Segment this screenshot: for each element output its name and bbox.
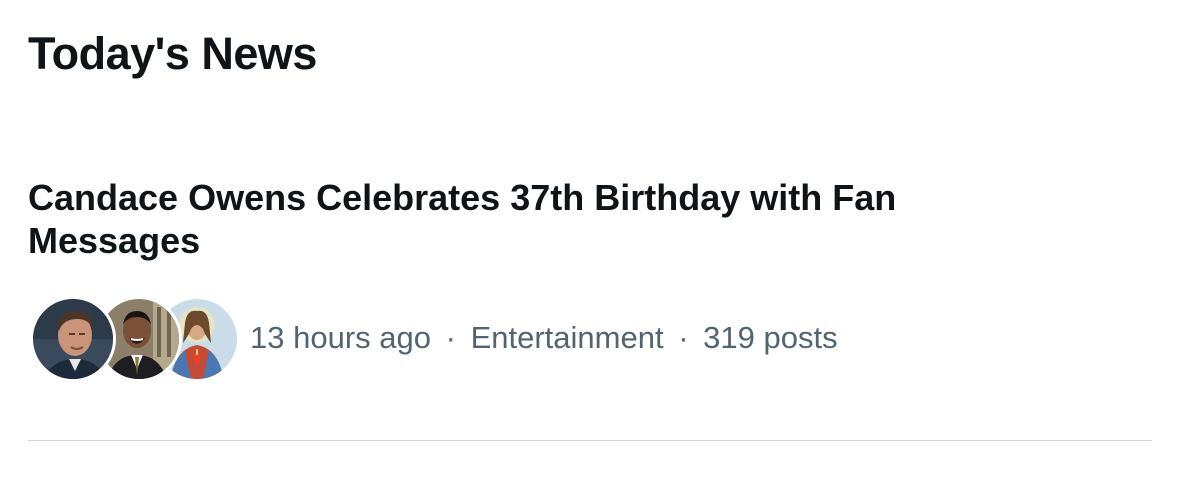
- avatar: [30, 296, 116, 382]
- man-portrait-image: [33, 299, 113, 379]
- meta-separator: ·: [678, 320, 689, 355]
- post-count: 319 posts: [703, 320, 838, 355]
- section-title: Today's News: [28, 28, 317, 79]
- divider: [28, 440, 1152, 441]
- news-headline[interactable]: Candace Owens Celebrates 37th Birthday w…: [28, 176, 928, 262]
- news-meta: 13 hours ago · Entertainment · 319 posts: [250, 318, 838, 358]
- avatar-group: [30, 296, 240, 382]
- category-label: Entertainment: [470, 320, 664, 355]
- news-item[interactable]: Candace Owens Celebrates 37th Birthday w…: [0, 170, 1178, 400]
- meta-separator: ·: [445, 320, 456, 355]
- timestamp: 13 hours ago: [250, 320, 431, 355]
